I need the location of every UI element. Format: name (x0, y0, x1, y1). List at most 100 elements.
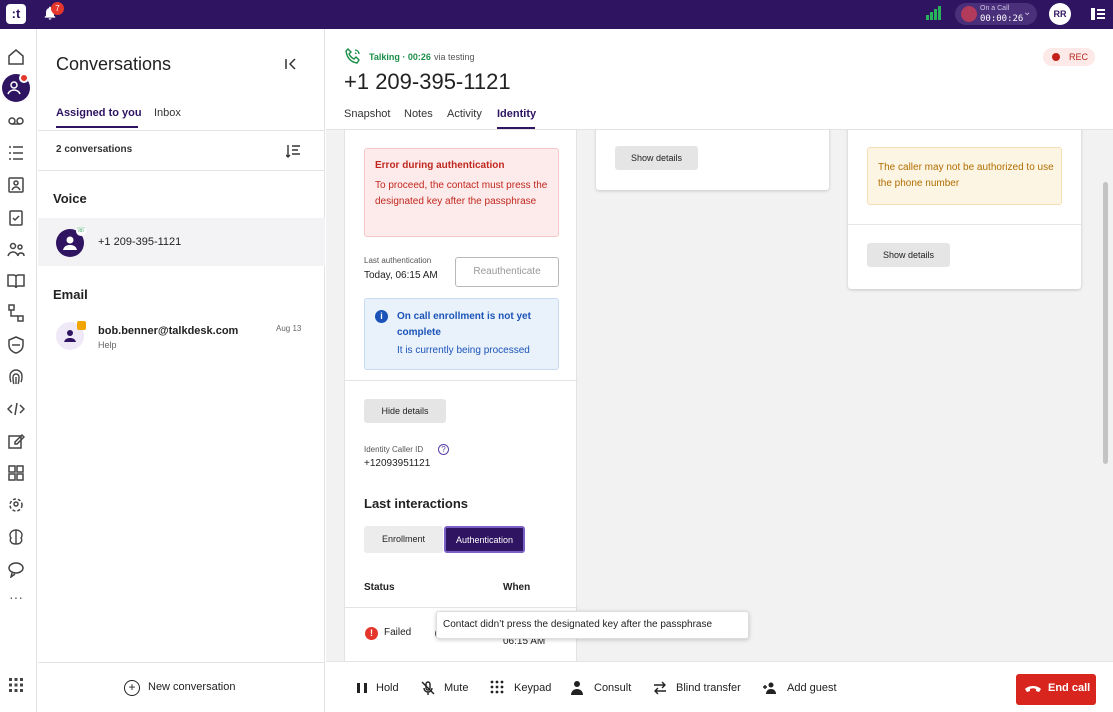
error-message: To proceed, the contact must press the d… (375, 180, 548, 207)
collapse-panel-icon[interactable] (284, 57, 298, 71)
code-icon[interactable] (6, 400, 26, 418)
dashboard-grid-icon[interactable] (7, 464, 25, 482)
side-panel-toggle-icon[interactable] (1090, 6, 1106, 22)
consult-button[interactable]: Consult (594, 682, 631, 694)
top-bar: :t 7 On a Call 00:00:26 ⌄ RR (0, 0, 1113, 29)
column-header-status: Status (364, 582, 395, 593)
hold-button[interactable]: Hold (376, 682, 399, 694)
divider (345, 380, 578, 381)
hide-details-button[interactable]: Hide details (364, 399, 446, 423)
show-details-button[interactable]: Show details (867, 243, 950, 267)
content-scrollbar[interactable] (1103, 182, 1108, 464)
app-launcher-icon[interactable] (8, 677, 24, 693)
settings-person-icon[interactable] (7, 496, 25, 514)
warning-alert: The caller may not be authorized to use … (867, 147, 1062, 205)
app-rail: ··· (0, 29, 37, 712)
recording-label: REC (1069, 52, 1089, 62)
tab-identity[interactable]: Identity (497, 108, 536, 120)
chat-bubble-icon[interactable] (7, 560, 25, 579)
identity-card: Show details (596, 130, 829, 190)
team-icon[interactable] (7, 240, 25, 258)
end-call-button[interactable]: End call (1016, 674, 1096, 705)
warning-message: The caller may not be authorized to use … (878, 162, 1054, 189)
last-authentication-value: Today, 06:15 AM (364, 270, 438, 281)
talkdesk-logo-icon[interactable]: :t (6, 4, 26, 24)
show-details-button[interactable]: Show details (615, 146, 698, 170)
call-header: Talking · 00:26 via testing +1 209-395-1… (326, 29, 1113, 130)
tab-inbox[interactable]: Inbox (154, 107, 181, 119)
tab-assigned-to-you[interactable]: Assigned to you (56, 107, 142, 119)
conversation-count: 2 conversations (56, 144, 133, 155)
voice-conversation-number: +1 209-395-1121 (98, 236, 182, 248)
enrollment-toggle-button[interactable]: Enrollment (364, 526, 443, 553)
keypad-button[interactable]: Keypad (514, 682, 551, 694)
info-alert: i On call enrollment is not yet complete… (364, 298, 559, 370)
active-call-icon: ☏ (76, 226, 86, 236)
consult-icon[interactable] (570, 680, 586, 696)
reauthenticate-button[interactable]: Reauthenticate (455, 257, 559, 287)
add-guest-icon[interactable] (762, 680, 778, 696)
end-call-label: End call (1048, 682, 1091, 694)
email-conversation-subject: Help (98, 340, 117, 350)
caller-authorization-card: The caller may not be authorized to use … (848, 130, 1081, 289)
shield-icon[interactable] (7, 336, 25, 354)
email-conversation-date: Aug 13 (276, 324, 302, 333)
notification-count-badge: 7 (51, 2, 64, 15)
conversations-panel: Conversations Assigned to you Inbox 2 co… (38, 29, 325, 712)
keypad-icon[interactable] (489, 680, 505, 696)
edit-icon[interactable] (7, 432, 26, 450)
call-status-icon (961, 6, 977, 22)
column-header-when: When (503, 582, 531, 593)
failure-reason-tooltip: Contact didn’t press the designated key … (436, 611, 749, 639)
contacts-icon[interactable] (7, 176, 25, 194)
transfer-arrows-icon[interactable] (652, 680, 668, 696)
divider (38, 662, 325, 663)
plus-circle-icon[interactable]: + (124, 680, 140, 696)
error-title: Error during authentication (375, 160, 505, 171)
list-icon[interactable] (7, 144, 25, 162)
record-dot-icon (1052, 53, 1060, 61)
sort-icon[interactable] (285, 144, 300, 158)
more-apps-icon[interactable]: ··· (9, 589, 23, 605)
user-avatar[interactable]: RR (1049, 3, 1071, 25)
identity-caller-id-label: Identity Caller ID (364, 445, 424, 454)
tab-snapshot[interactable]: Snapshot (344, 108, 390, 120)
info-title: On call enrollment is not yet complete (397, 311, 531, 338)
identity-content: Error during authentication To proceed, … (326, 130, 1113, 661)
clipboard-icon[interactable] (7, 208, 25, 226)
help-icon[interactable]: ? (438, 444, 449, 455)
on-call-status-pill[interactable]: On a Call 00:00:26 ⌄ (955, 3, 1037, 25)
tab-notes[interactable]: Notes (404, 108, 433, 120)
call-via: via testing (434, 52, 475, 62)
divider (38, 170, 325, 171)
pause-icon[interactable] (354, 680, 370, 696)
divider (848, 224, 1081, 225)
list-item[interactable]: ☏ +1 209-395-1121 (38, 218, 325, 266)
active-tab-indicator (56, 126, 138, 128)
mute-button[interactable]: Mute (444, 682, 468, 694)
mute-mic-icon[interactable] (420, 680, 436, 696)
new-conversation-button[interactable]: New conversation (148, 681, 235, 693)
email-icon (77, 321, 86, 330)
fingerprint-icon[interactable] (7, 368, 25, 386)
knowledge-book-icon[interactable] (7, 272, 25, 290)
ai-brain-icon[interactable] (7, 528, 25, 546)
chevron-down-icon: ⌄ (1023, 7, 1032, 18)
recording-badge[interactable]: REC (1043, 48, 1095, 66)
last-authentication-label: Last authentication (364, 256, 432, 265)
workflow-icon[interactable] (7, 304, 25, 322)
add-guest-button[interactable]: Add guest (787, 682, 837, 694)
email-conversation-address[interactable]: bob.benner@talkdesk.com (98, 325, 238, 337)
home-icon[interactable] (7, 48, 25, 66)
call-status: Talking · 00:26 (369, 52, 431, 62)
info-icon: i (375, 310, 388, 323)
voicemail-icon[interactable] (7, 112, 25, 130)
blind-transfer-button[interactable]: Blind transfer (676, 682, 741, 694)
authentication-card: Error during authentication To proceed, … (344, 130, 578, 661)
authentication-toggle-button[interactable]: Authentication (444, 526, 525, 553)
phone-talking-icon (345, 48, 361, 64)
call-status-label: On a Call (980, 5, 1010, 12)
error-status-icon: ! (365, 627, 378, 640)
identity-caller-id-value: +12093951121 (364, 458, 431, 469)
tab-activity[interactable]: Activity (447, 108, 482, 120)
